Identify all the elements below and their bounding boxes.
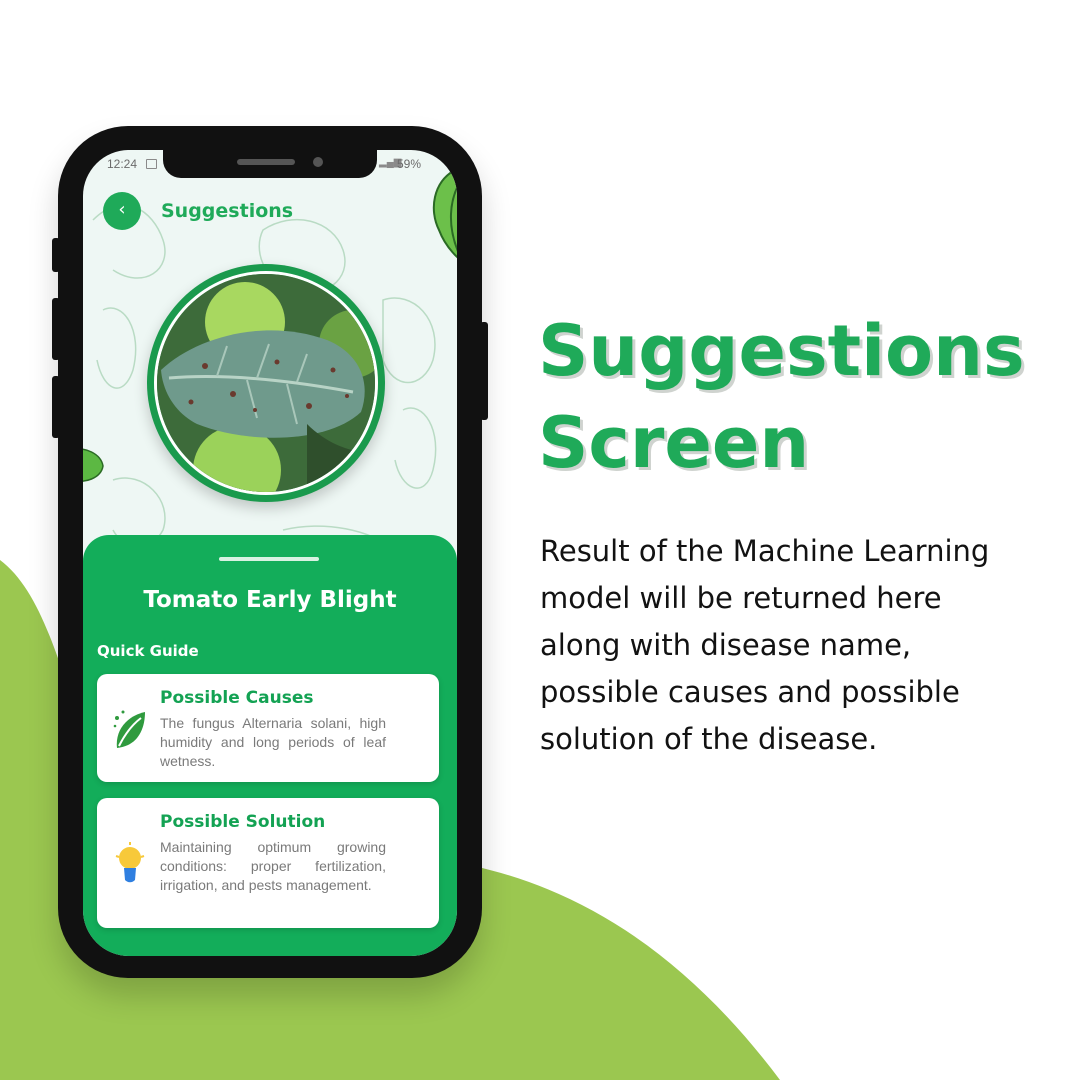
suggestion-panel: Tomato Early Blight Quick Guide Possible… — [83, 535, 457, 956]
lightbulb-icon — [115, 842, 145, 883]
status-battery: 59% — [397, 157, 422, 171]
drag-handle[interactable] — [219, 557, 319, 561]
phone-side-button — [52, 238, 60, 272]
phone-notch — [163, 150, 377, 178]
description: Result of the Machine Learning model wil… — [540, 534, 990, 756]
leaf-decoration-icon — [83, 448, 104, 482]
page-title: Suggestions — [161, 200, 294, 222]
phone-power-button — [480, 322, 488, 420]
phone-volume-down-button — [52, 376, 60, 438]
headline: Suggestions Screen — [538, 305, 1058, 489]
headline-line-1: Suggestions — [538, 310, 1025, 392]
status-time: 12:24 — [107, 157, 138, 171]
quick-guide-label: Quick Guide — [97, 642, 199, 660]
front-camera — [313, 157, 323, 167]
headline-line-2: Screen — [538, 402, 810, 484]
possible-causes-card[interactable]: Possible Causes The fungus Alternaria so… — [97, 674, 439, 782]
chevron-left-icon: ‹ — [118, 199, 126, 220]
leaf-photo-frame — [147, 264, 385, 502]
card-text: The fungus Alternaria solani, high humid… — [160, 715, 386, 769]
phone-mockup: 12:24 ▂▄▆ 59% ‹ Suggestions Tomato Early… — [52, 126, 488, 978]
speaker — [237, 159, 295, 165]
card-title: Possible Causes — [160, 688, 314, 708]
phone-screen: 12:24 ▂▄▆ 59% ‹ Suggestions Tomato Early… — [83, 150, 457, 956]
leaf-decoration-icon — [432, 170, 457, 259]
disease-name: Tomato Early Blight — [143, 587, 397, 613]
possible-solution-card[interactable]: Possible Solution Maintaining optimum gr… — [97, 798, 439, 928]
leaf-photo — [154, 271, 378, 495]
back-button[interactable]: ‹ — [103, 192, 141, 230]
phone-volume-up-button — [52, 298, 60, 360]
leaf-icon — [113, 710, 145, 748]
tomato-leaf-image — [157, 274, 375, 492]
card-text: Maintaining optimum growing conditions: … — [160, 839, 386, 893]
image-notification-icon — [146, 159, 157, 169]
card-title: Possible Solution — [160, 812, 326, 832]
